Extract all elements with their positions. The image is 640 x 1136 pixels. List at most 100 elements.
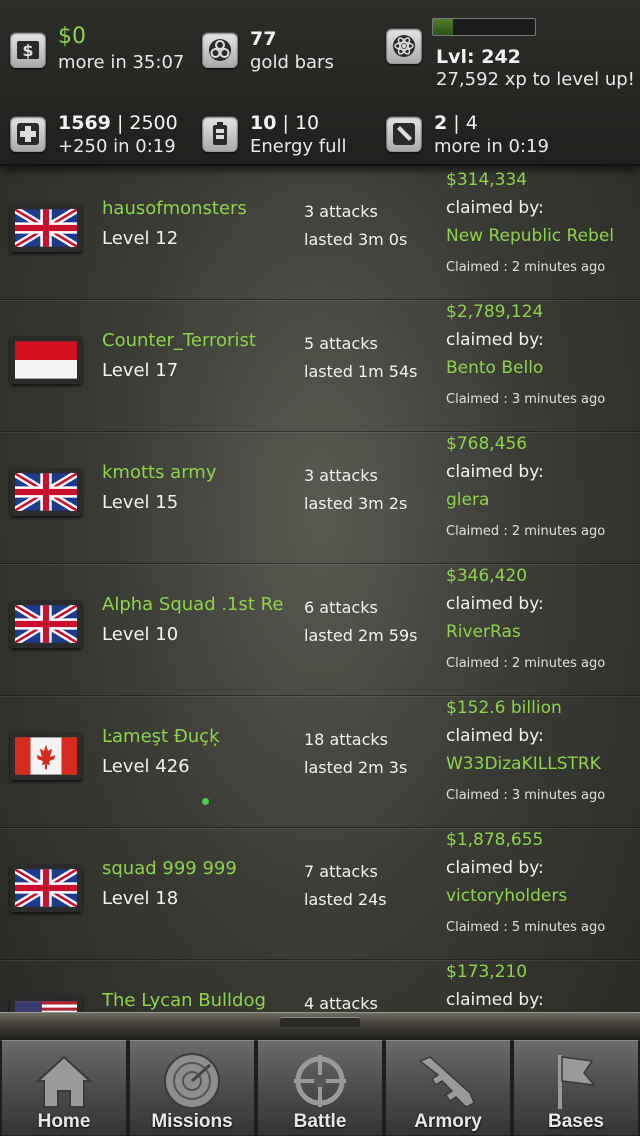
claimed-by-label: claimed by: (446, 330, 544, 350)
health-regen: +250 in 0:19 (58, 136, 176, 157)
energy-status: Energy full (250, 136, 347, 157)
attack-count: 18 attacks (304, 730, 388, 749)
attack-count: 3 attacks (304, 466, 378, 485)
player-name[interactable]: squad 999 999 (102, 858, 237, 879)
stamina-timer: more in 0:19 (434, 136, 549, 157)
xp-progress-bar (432, 18, 536, 36)
xp-progress-fill (433, 19, 454, 35)
online-indicator-icon (202, 798, 209, 805)
tab-battle[interactable]: Battle (257, 1040, 383, 1136)
country-flag-icon (10, 600, 82, 648)
rifle-icon (418, 1056, 475, 1108)
battery-icon (202, 116, 238, 152)
player-level: Level 426 (102, 756, 190, 777)
dollar-icon: $ (10, 32, 46, 68)
player-level: Level 17 (102, 360, 179, 381)
house-icon (35, 1055, 93, 1108)
player-name[interactable]: Ŀameşt Đuçķ (102, 726, 220, 747)
player-name[interactable]: kmotts army (102, 462, 217, 483)
duration: lasted 2m 3s (304, 758, 408, 777)
claimed-time: Claimed : 3 minutes ago (446, 788, 606, 803)
bounty-row[interactable]: hausofmonsters Level 12 3 attacks lasted 3m… (0, 168, 640, 300)
country-flag-icon (10, 732, 82, 780)
bounty-list[interactable]: hausofmonsters Level 12 3 attacks lasted 3m… (0, 168, 640, 1014)
health-value: 1569 (58, 112, 111, 134)
status-header: $ $0 more in 35:07 77 gold bars Lvl: 242… (0, 0, 640, 166)
stamina-max: | 4 (453, 112, 478, 134)
bounty-amount: $768,456 (446, 434, 528, 454)
country-flag-icon (10, 336, 82, 384)
player-level: Level 12 (102, 228, 179, 249)
biohazard-icon (202, 32, 238, 68)
gold-label: gold bars (250, 52, 334, 73)
gold-value: 77 (250, 28, 277, 50)
bounty-row[interactable]: squad 999 999 Level 18 7 attacks lasted 24s… (0, 828, 640, 960)
stamina-value: 2 (434, 112, 448, 134)
duration: lasted 2m 59s (304, 626, 418, 645)
tab-home[interactable]: Home (1, 1040, 127, 1136)
rail-grip (280, 1017, 360, 1027)
country-flag-icon (10, 864, 82, 912)
claimed-by-label: claimed by: (446, 594, 544, 614)
bounty-amount: $173,210 (446, 962, 528, 982)
country-flag-icon (10, 204, 82, 252)
claimed-by-label: claimed by: (446, 990, 544, 1010)
claimed-time: Claimed : 5 minutes ago (446, 920, 606, 935)
player-name[interactable]: hausofmonsters (102, 198, 247, 219)
bottom-nav: Home Missions Battle Armory Bases (0, 1038, 640, 1136)
energy-value: 10 (250, 112, 277, 134)
claimed-time: Claimed : 2 minutes ago (446, 260, 606, 275)
duration: lasted 24s (304, 890, 387, 909)
tab-armory[interactable]: Armory (385, 1040, 511, 1136)
player-name[interactable]: Counter_Terrorist (102, 330, 256, 351)
duration: lasted 3m 0s (304, 230, 408, 249)
bounty-amount: $346,420 (446, 566, 528, 586)
tab-bases-label: Bases (548, 1111, 604, 1132)
player-name[interactable]: Alpha Squad .1st Re (102, 594, 283, 615)
tab-missions[interactable]: Missions (129, 1040, 255, 1136)
tab-home-label: Home (37, 1111, 91, 1132)
attack-count: 5 attacks (304, 334, 378, 353)
player-level: Level 10 (102, 624, 179, 645)
player-name[interactable]: The Lycan Bulldog (102, 990, 266, 1011)
bounty-amount: $2,789,124 (446, 302, 544, 322)
bounty-row[interactable]: kmotts army Level 15 3 attacks lasted 3m 2s… (0, 432, 640, 564)
claimer-name[interactable]: Bento Bello (446, 358, 543, 378)
duration: lasted 3m 2s (304, 494, 408, 513)
tab-armory-label: Armory (414, 1111, 482, 1132)
bounty-amount: $1,878,655 (446, 830, 544, 850)
bounty-row[interactable]: Ŀameşt Đuçķ Level 426 18 attacks lasted 2m … (0, 696, 640, 828)
claimer-name[interactable]: glera (446, 490, 489, 510)
attack-count: 7 attacks (304, 862, 378, 881)
cash-value: $0 (58, 24, 86, 49)
claimer-name[interactable]: RiverRas (446, 622, 521, 642)
claimed-by-label: claimed by: (446, 726, 544, 746)
bounty-row[interactable]: The Lycan Bulldog 4 attacks $173,210 claime… (0, 960, 640, 1014)
svg-text:$: $ (22, 41, 33, 60)
tab-missions-label: Missions (151, 1111, 233, 1132)
bounty-row[interactable]: Counter_Terrorist Level 17 5 attacks lasted… (0, 300, 640, 432)
bounty-row[interactable]: Alpha Squad .1st Re Level 10 6 attacks last… (0, 564, 640, 696)
claimer-name[interactable]: victoryholders (446, 886, 567, 906)
player-level: Level 15 (102, 492, 179, 513)
claimed-time: Claimed : 3 minutes ago (446, 392, 606, 407)
attack-count: 6 attacks (304, 598, 378, 617)
atom-icon (386, 28, 422, 64)
claimed-time: Claimed : 2 minutes ago (446, 656, 606, 671)
duration: lasted 1m 54s (304, 362, 418, 381)
tab-battle-label: Battle (293, 1111, 347, 1132)
bullet-icon (386, 116, 422, 152)
tab-bases[interactable]: Bases (513, 1040, 639, 1136)
xp-remaining: 27,592 xp to level up! (436, 69, 635, 90)
energy-max: | 10 (282, 112, 320, 134)
player-level: Level 18 (102, 888, 179, 909)
medical-cross-icon (10, 116, 46, 152)
flag-icon (558, 1055, 596, 1109)
claimer-name[interactable]: W33DizaKILLSTRK (446, 754, 601, 774)
radar-icon (164, 1053, 220, 1109)
claimed-time: Claimed : 2 minutes ago (446, 524, 606, 539)
attack-count: 3 attacks (304, 202, 378, 221)
attack-count: 4 attacks (304, 994, 378, 1013)
claimed-by-label: claimed by: (446, 198, 544, 218)
claimer-name[interactable]: New Republic Rebel (446, 226, 614, 246)
